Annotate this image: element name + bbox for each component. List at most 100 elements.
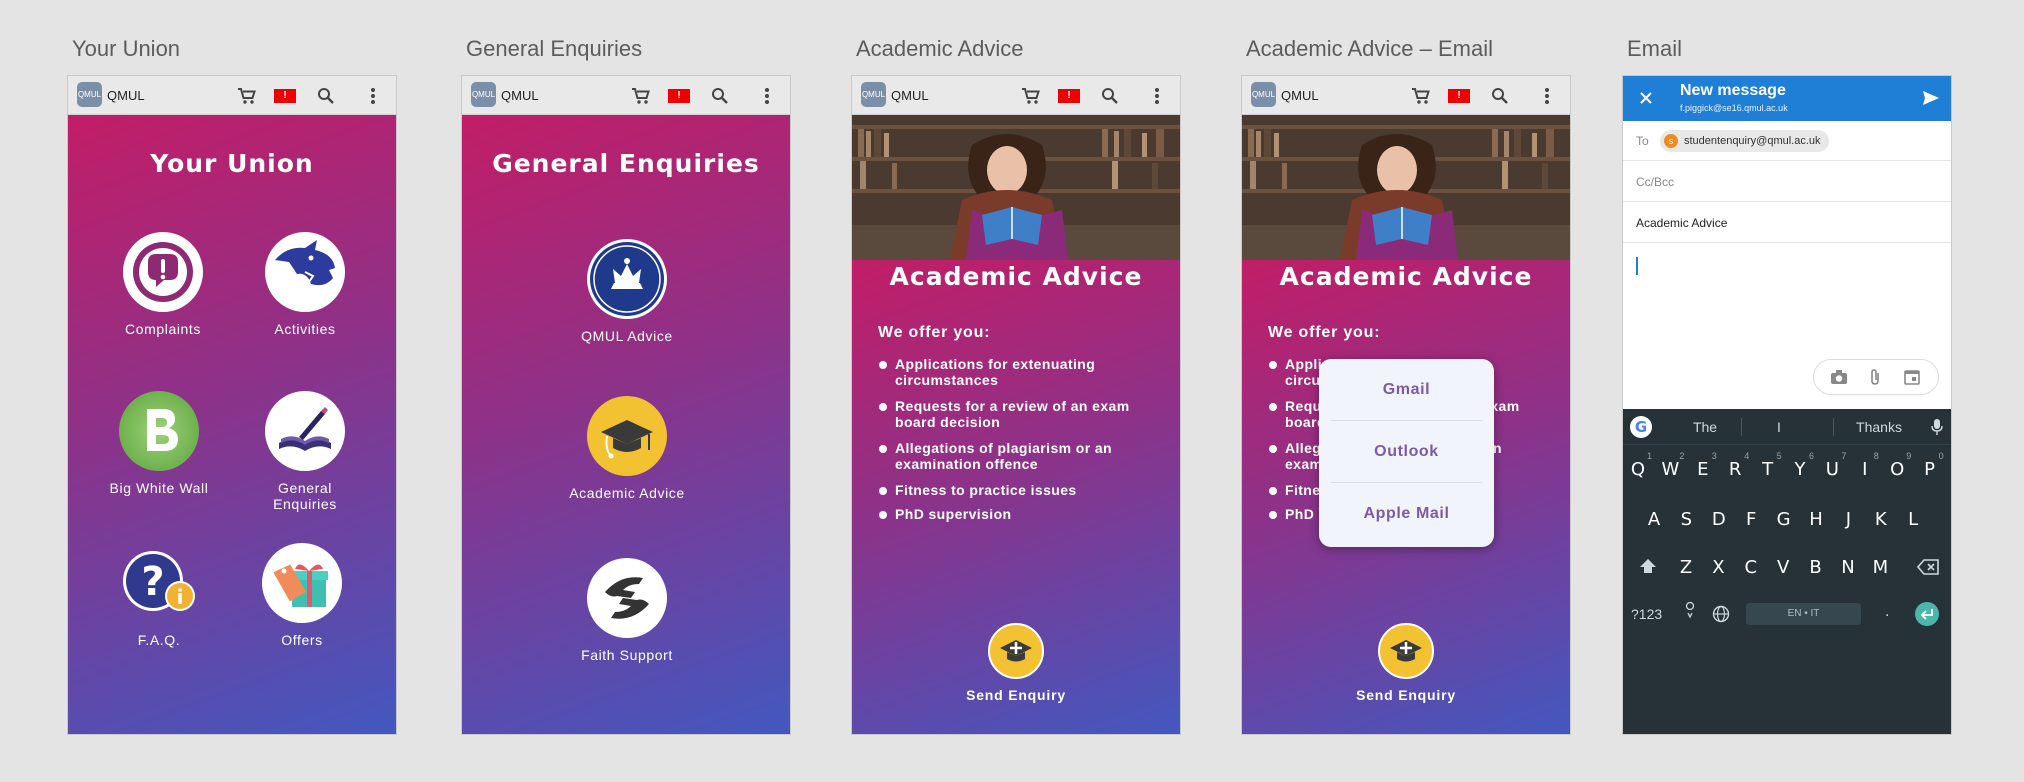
key-i[interactable]: I [1850, 459, 1880, 480]
key-u[interactable]: U [1817, 459, 1847, 480]
question-info-icon: ? i [119, 543, 199, 623]
option-outlook[interactable]: Outlook [1331, 421, 1482, 483]
key-m[interactable]: M [1865, 557, 1895, 578]
tile-faith-support[interactable]: Faith Support [567, 558, 687, 663]
to-row[interactable]: To s studentenquiry@qmul.ac.uk [1623, 121, 1951, 161]
send-icon[interactable] [1921, 88, 1941, 113]
option-apple-mail[interactable]: Apple Mail [1331, 483, 1482, 545]
space-bar[interactable]: EN • IT [1746, 603, 1861, 625]
key-r[interactable]: R [1720, 459, 1750, 480]
qmul-logo[interactable]: QMUL [1251, 82, 1276, 107]
send-enquiry-button[interactable]: Send Enquiry [1242, 623, 1570, 703]
hands-icon [587, 558, 667, 638]
tile-label: Offers [281, 632, 323, 648]
close-icon[interactable] [1637, 89, 1655, 112]
key-z[interactable]: Z [1671, 557, 1701, 578]
student-reading-photo [1242, 115, 1570, 260]
tile-general-enquiries[interactable]: General Enquiries [245, 391, 365, 512]
alert-badge-icon[interactable]: ! [1058, 85, 1080, 107]
key-t[interactable]: T [1753, 459, 1783, 480]
key-y[interactable]: Y [1785, 459, 1815, 480]
recipient-chip[interactable]: s studentenquiry@qmul.ac.uk [1660, 130, 1829, 152]
tile-complaints[interactable]: Complaints [103, 232, 223, 337]
key-v[interactable]: V [1768, 557, 1798, 578]
tile-faq[interactable]: ? i F.A.Q. [99, 543, 219, 648]
key-p[interactable]: P [1915, 459, 1945, 480]
more-menu-icon[interactable] [1536, 85, 1558, 107]
key-a[interactable]: A [1639, 509, 1669, 530]
qmul-logo[interactable]: QMUL [77, 82, 102, 107]
page-title: General Enquiries [492, 149, 760, 178]
app-bar: QMUL QMUL ! [1242, 76, 1570, 115]
app-name: QMUL [891, 88, 929, 103]
tile-academic-advice[interactable]: Academic Advice [567, 396, 687, 501]
option-gmail[interactable]: Gmail [1331, 359, 1482, 421]
cart-icon[interactable] [1410, 85, 1432, 107]
key-k[interactable]: K [1866, 509, 1896, 530]
key-c[interactable]: C [1736, 557, 1766, 578]
search-icon[interactable] [315, 85, 337, 107]
suggestion-divider [1833, 418, 1834, 436]
send-enquiry-button[interactable]: Send Enquiry [852, 623, 1180, 703]
more-menu-icon[interactable] [1146, 85, 1168, 107]
attachment-toolbar [1813, 359, 1939, 395]
key-hint: 3 [1711, 451, 1717, 461]
enter-key[interactable] [1915, 602, 1939, 626]
more-menu-icon[interactable] [362, 85, 384, 107]
key-b[interactable]: B [1801, 557, 1831, 578]
tile-big-white-wall[interactable]: Big White Wall [99, 391, 219, 496]
microphone-icon[interactable] [1931, 418, 1943, 441]
subject-field[interactable]: Academic Advice [1623, 202, 1951, 243]
key-j[interactable]: J [1833, 509, 1863, 530]
search-icon[interactable] [1099, 85, 1121, 107]
google-icon[interactable]: G [1630, 416, 1652, 438]
gradient-background: Your Union Complaints Activities Big Whi… [68, 115, 396, 734]
screen-caption-general-enquiries: General Enquiries [466, 36, 643, 61]
shift-key[interactable] [1639, 558, 1657, 579]
key-s[interactable]: S [1671, 509, 1701, 530]
key-o[interactable]: O [1882, 459, 1912, 480]
cart-icon[interactable] [1020, 85, 1042, 107]
alert-badge-text: ! [274, 89, 296, 103]
key-h[interactable]: H [1801, 509, 1831, 530]
key-l[interactable]: L [1898, 509, 1928, 530]
key-q[interactable]: Q [1623, 459, 1653, 480]
tile-qmul-advice[interactable]: QMUL Advice [567, 239, 687, 344]
symbols-key[interactable]: ?123 [1631, 606, 1662, 622]
calendar-icon[interactable] [1904, 369, 1920, 390]
key-d[interactable]: D [1704, 509, 1734, 530]
key-hint: 9 [1906, 451, 1912, 461]
key-x[interactable]: X [1703, 557, 1733, 578]
key-f[interactable]: F [1736, 509, 1766, 530]
alert-badge-icon[interactable]: ! [668, 85, 690, 107]
cart-icon[interactable] [630, 85, 652, 107]
qmul-logo[interactable]: QMUL [861, 82, 886, 107]
search-icon[interactable] [709, 85, 731, 107]
gift-tag-icon [262, 543, 342, 623]
key-e[interactable]: E [1688, 459, 1718, 480]
backspace-key[interactable] [1916, 559, 1939, 580]
cart-icon[interactable] [236, 85, 258, 107]
alert-badge-icon[interactable]: ! [274, 85, 296, 107]
key-g[interactable]: G [1769, 509, 1799, 530]
suggestion-1[interactable]: The [1669, 419, 1741, 435]
body-field[interactable] [1623, 243, 1951, 409]
key-w[interactable]: W [1655, 459, 1685, 480]
search-icon[interactable] [1489, 85, 1511, 107]
paperclip-icon[interactable] [1868, 368, 1882, 391]
phone-general-enquiries: QMUL QMUL ! General Enquiries QMUL Advic… [461, 75, 791, 735]
qmul-crest-icon [587, 239, 667, 319]
more-menu-icon[interactable] [756, 85, 778, 107]
cc-bcc-field[interactable]: Cc/Bcc [1623, 161, 1951, 202]
globe-icon[interactable] [1712, 605, 1730, 628]
alert-badge-icon[interactable]: ! [1448, 85, 1470, 107]
period-key[interactable]: . [1885, 603, 1889, 621]
suggestion-3[interactable]: Thanks [1835, 419, 1923, 435]
tile-activities[interactable]: Activities [245, 232, 365, 337]
qmul-logo[interactable]: QMUL [471, 82, 496, 107]
suggestion-2[interactable]: I [1743, 419, 1815, 435]
tile-offers[interactable]: Offers [242, 543, 362, 648]
emoji-key[interactable] [1685, 601, 1695, 624]
key-n[interactable]: N [1833, 557, 1863, 578]
camera-icon[interactable] [1830, 369, 1848, 390]
